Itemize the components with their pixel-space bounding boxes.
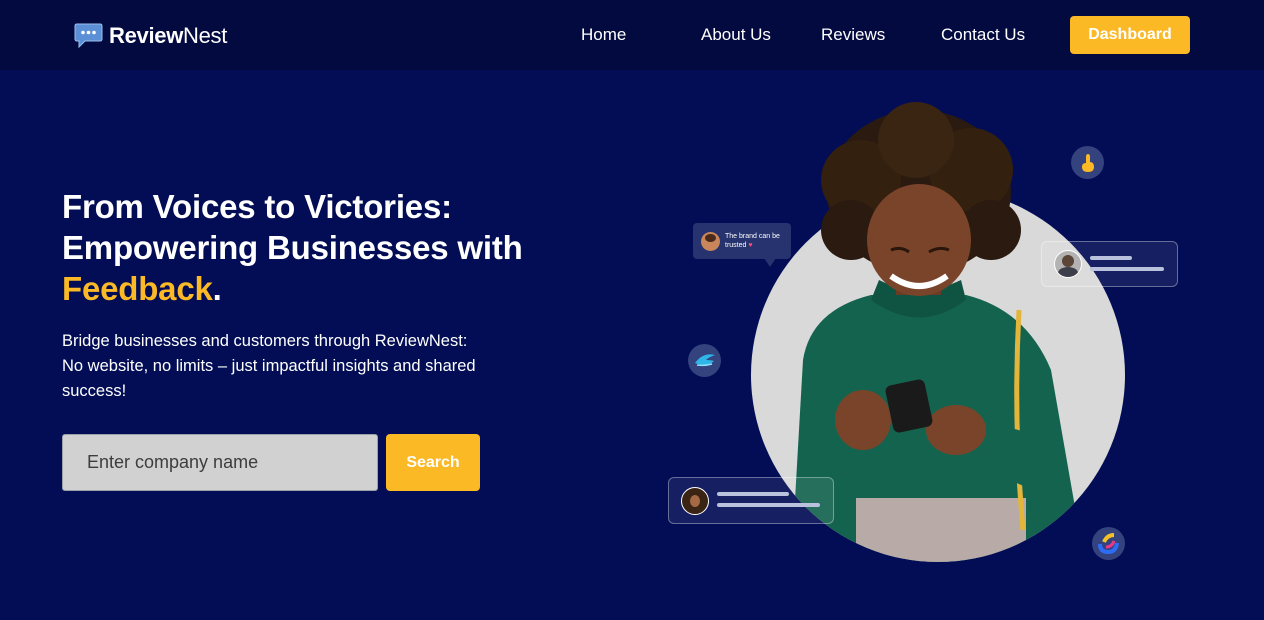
review-chip-right-line-2 xyxy=(1090,267,1164,271)
dashboard-button[interactable]: Dashboard xyxy=(1070,16,1190,54)
logo[interactable]: ReviewNest xyxy=(74,22,227,50)
nav-link-reviews[interactable]: Reviews xyxy=(821,24,885,46)
hero-subtitle: Bridge businesses and customers through … xyxy=(62,332,476,400)
headline-period: . xyxy=(212,270,222,307)
hero-headline: From Voices to Victories: Empowering Bus… xyxy=(62,186,582,309)
heart-icon: ♥ xyxy=(748,242,753,249)
chat-bubble-icon xyxy=(74,23,103,49)
nav-link-contact-us[interactable]: Contact Us xyxy=(941,24,1025,46)
bubble-avatar xyxy=(701,232,720,251)
review-chip-right-line-1 xyxy=(1090,256,1132,260)
colorful-swirl-icon xyxy=(1092,527,1125,560)
nav-link-home[interactable]: Home xyxy=(581,24,626,46)
headline-line-2: Empowering Businesses with xyxy=(62,229,523,266)
search-button[interactable]: Search xyxy=(386,434,480,491)
review-chip-left-avatar xyxy=(681,487,709,515)
headline-line-1: From Voices to Victories: xyxy=(62,188,452,225)
top-navbar: ReviewNest Home About Us Reviews Contact… xyxy=(0,0,1264,70)
hand-icon xyxy=(1071,146,1104,179)
nav-link-about-us[interactable]: About Us xyxy=(701,24,771,46)
wing-icon xyxy=(688,344,721,377)
bubble-tail xyxy=(764,258,776,267)
review-chip-right-avatar xyxy=(1054,250,1082,278)
bubble-text: The brand can be trusted ♥ xyxy=(725,233,780,249)
company-search-input[interactable] xyxy=(62,434,378,491)
review-chip-left-line-2 xyxy=(717,503,820,507)
brand-name: ReviewNest xyxy=(109,23,228,48)
headline-highlight: Feedback xyxy=(62,270,213,307)
review-chip-left-line-1 xyxy=(717,492,789,496)
